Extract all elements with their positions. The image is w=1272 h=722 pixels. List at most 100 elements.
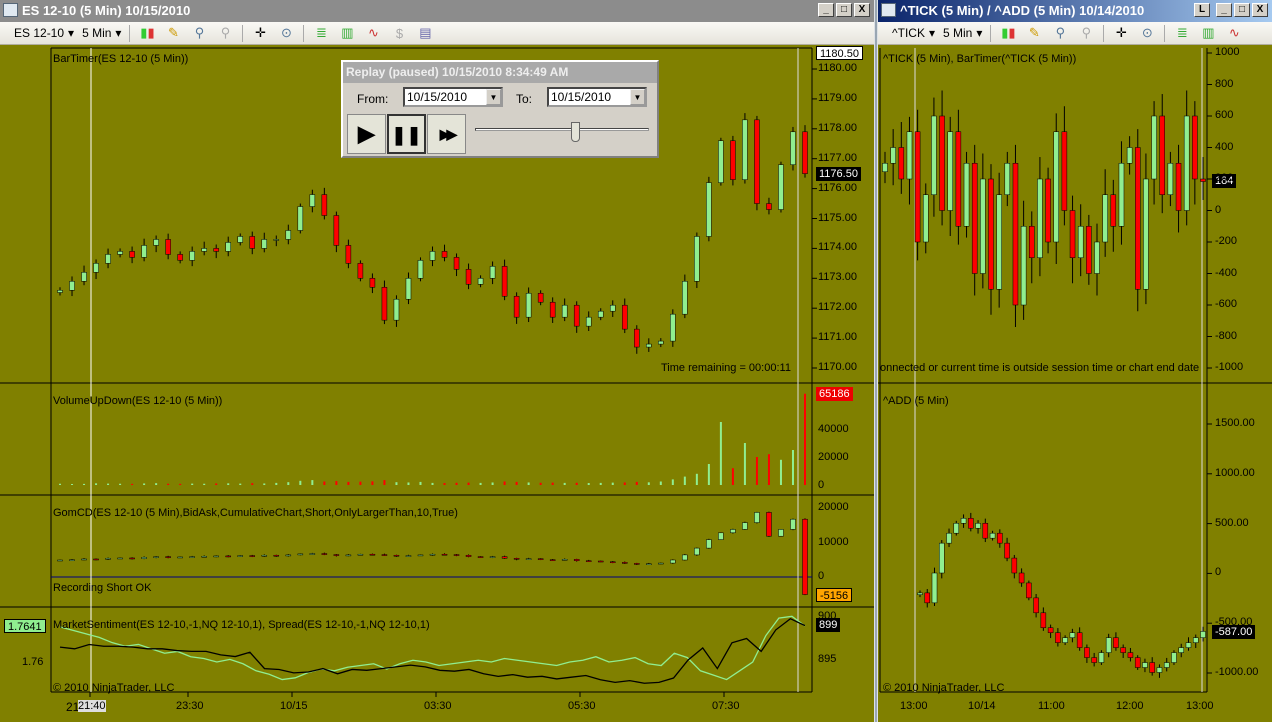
es-price-candle [393, 298, 400, 321]
es-price-candle [369, 278, 376, 288]
chart-properties-icon[interactable]: ∿ [364, 25, 382, 41]
tick-add-chart-canvas[interactable] [878, 45, 1272, 722]
gomcd-candle [237, 555, 243, 557]
add-candle [1185, 642, 1192, 648]
indicators-icon[interactable]: ▥ [1199, 25, 1217, 41]
tick-axis-label: 800 [1215, 77, 1234, 90]
separator [1164, 24, 1166, 42]
bar-style-icon[interactable]: ▮ ▮ [138, 25, 156, 41]
title-bar[interactable]: ^TICK (5 Min) / ^ADD (5 Min) 10/14/2010 … [878, 0, 1272, 22]
replay-dialog: Replay (paused) 10/15/2010 8:34:49 AM Fr… [341, 60, 659, 158]
es-price-candle [730, 140, 736, 180]
sentiment-panel-label: MarketSentiment(ES 12-10,-1,NQ 12-10,1),… [53, 619, 430, 631]
gomcd-candle [658, 562, 664, 565]
strategies-icon[interactable]: ≣ [312, 25, 330, 41]
maximize-button[interactable]: □ [836, 3, 852, 17]
minimize-button[interactable]: _ [818, 3, 834, 17]
time-axis-label: 12:00 [1116, 700, 1144, 712]
volume-bar [167, 483, 170, 485]
gomcd-candle [597, 560, 604, 563]
gomcd-candle [105, 558, 111, 560]
es-price-candle [381, 287, 388, 321]
gomcd-candle [249, 555, 256, 557]
to-label: To: [516, 92, 533, 106]
zoom-out-icon[interactable]: ⚲ [216, 25, 234, 41]
add-candle [924, 592, 931, 604]
tick-candle [971, 163, 978, 274]
add-candle [953, 523, 960, 534]
instrument-selector[interactable]: ^TICK ▾ [892, 26, 935, 40]
instrument-selector[interactable]: ES 12-10 ▾ [14, 26, 74, 40]
tick-candle [947, 131, 953, 211]
close-button[interactable]: X [1252, 3, 1268, 17]
volume-bar [599, 482, 602, 485]
from-date-value: 10/15/2010 [407, 90, 468, 104]
es-price-candle [153, 239, 159, 246]
magnifier-icon[interactable]: ⊙ [277, 25, 295, 41]
crosshair-icon[interactable]: ✛ [1112, 25, 1130, 41]
dollar-icon[interactable]: $ [390, 25, 408, 41]
tick-candle [1012, 163, 1019, 306]
es-price-candle [201, 248, 207, 252]
chevron-down-icon[interactable]: ▼ [630, 89, 645, 105]
indicators-icon[interactable]: ▥ [338, 25, 356, 41]
volume-bar [215, 483, 218, 485]
gomcd-candle [525, 558, 532, 560]
minimize-button[interactable]: _ [1216, 3, 1232, 17]
es-price-candle [501, 266, 508, 297]
fast-forward-button[interactable]: ▶▶ [427, 114, 466, 154]
gomcd-candle [742, 522, 748, 530]
pencil-draw-icon[interactable]: ✎ [1025, 25, 1043, 41]
replay-title[interactable]: Replay (paused) 10/15/2010 8:34:49 AM [343, 62, 657, 83]
volume-last-tag: 65186 [816, 387, 853, 401]
gomcd-candle [297, 553, 304, 556]
chevron-down-icon: ▾ [115, 26, 122, 40]
pencil-draw-icon[interactable]: ✎ [164, 25, 182, 41]
gomcd-candle [165, 556, 171, 558]
from-date-picker[interactable]: 10/15/2010 ▼ [403, 87, 503, 107]
separator [129, 24, 131, 42]
strategies-icon[interactable]: ≣ [1173, 25, 1191, 41]
volume-bar [95, 483, 98, 485]
price-axis-label: 1172.00 [818, 301, 857, 314]
magnifier-icon[interactable]: ⊙ [1138, 25, 1156, 41]
gomcd-candle [201, 556, 207, 558]
tick-candle [1110, 194, 1117, 227]
add-candle [1134, 657, 1141, 668]
tick-candle [1045, 178, 1051, 243]
interval-selector[interactable]: 5 Min ▾ [943, 26, 982, 40]
data-box-icon[interactable]: ▤ [416, 25, 434, 41]
zoom-in-icon[interactable]: ⚲ [190, 25, 208, 41]
maximize-button[interactable]: □ [1234, 3, 1250, 17]
add-candle [1011, 557, 1018, 574]
copyright-text: © 2010 NinjaTrader, LLC [53, 682, 175, 694]
interval-selector[interactable]: 5 Min ▾ [82, 26, 121, 40]
to-date-picker[interactable]: 10/15/2010 ▼ [547, 87, 647, 107]
volume-bar [239, 483, 242, 485]
gomcd-candle [213, 555, 219, 558]
add-candle [1120, 647, 1126, 653]
tick-candle [931, 115, 937, 195]
zoom-in-icon[interactable]: ⚲ [1051, 25, 1069, 41]
es-price-candle [778, 164, 784, 210]
volume-bar [491, 482, 494, 485]
replay-speed-slider[interactable] [475, 128, 649, 131]
gomcd-candle [117, 557, 123, 560]
pause-button[interactable]: ❚❚ [387, 114, 426, 154]
zoom-out-icon[interactable]: ⚲ [1077, 25, 1095, 41]
es-price-candle [309, 194, 316, 207]
es-price-candle [646, 343, 652, 348]
bar-style-icon[interactable]: ▮ ▮ [999, 25, 1017, 41]
slider-thumb[interactable] [570, 122, 580, 142]
title-bar[interactable]: ES 12-10 (5 Min) 10/15/2010 _ □ X [0, 0, 874, 22]
volume-bar [83, 483, 86, 485]
gomcd-candle [754, 512, 760, 523]
close-button[interactable]: X [854, 3, 870, 17]
chart-properties-icon[interactable]: ∿ [1225, 25, 1243, 41]
es-price-candle [333, 215, 340, 246]
chevron-down-icon[interactable]: ▼ [486, 89, 501, 105]
price-axis-label: 1180.00 [818, 62, 857, 74]
crosshair-icon[interactable]: ✛ [251, 25, 269, 41]
play-button[interactable]: ▶ [347, 114, 386, 154]
link-button[interactable]: L [1194, 3, 1210, 17]
